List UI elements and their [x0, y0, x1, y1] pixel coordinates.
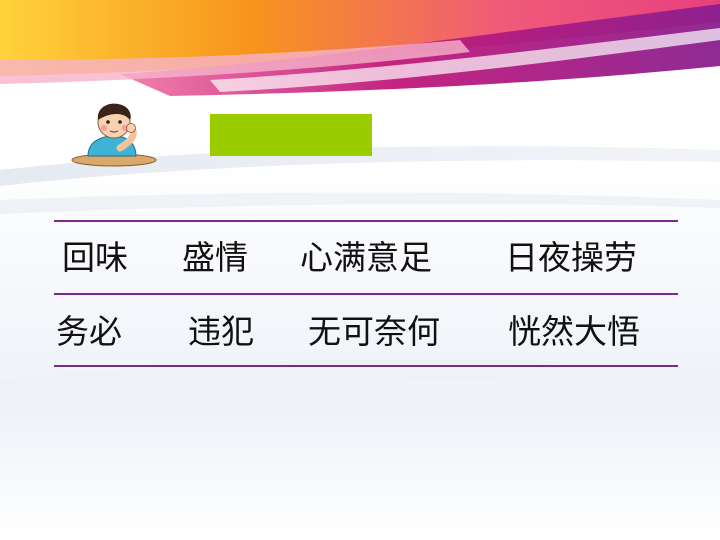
rule-middle	[54, 293, 678, 295]
word-item: 务必	[56, 312, 122, 351]
rule-top	[54, 220, 678, 222]
word-row-1: 回味 盛情 心满意足 日夜操劳	[0, 232, 720, 284]
word-item: 恍然大悟	[508, 312, 640, 351]
word-item: 回味	[62, 238, 128, 277]
word-item: 盛情	[182, 238, 248, 277]
rule-bottom	[54, 365, 678, 367]
swoosh-grey-2	[0, 192, 720, 214]
word-item: 心满意足	[300, 238, 432, 277]
slide: 回味 盛情 心满意足 日夜操劳 务必 违犯 无可奈何 恍然大悟	[0, 0, 720, 540]
word-item: 违犯	[188, 312, 254, 351]
thinking-boy-illustration	[71, 103, 157, 167]
word-row-2: 务必 违犯 无可奈何 恍然大悟	[0, 306, 720, 358]
title-highlight-box	[210, 114, 372, 156]
word-item: 日夜操劳	[505, 238, 637, 277]
word-item: 无可奈何	[308, 312, 440, 351]
